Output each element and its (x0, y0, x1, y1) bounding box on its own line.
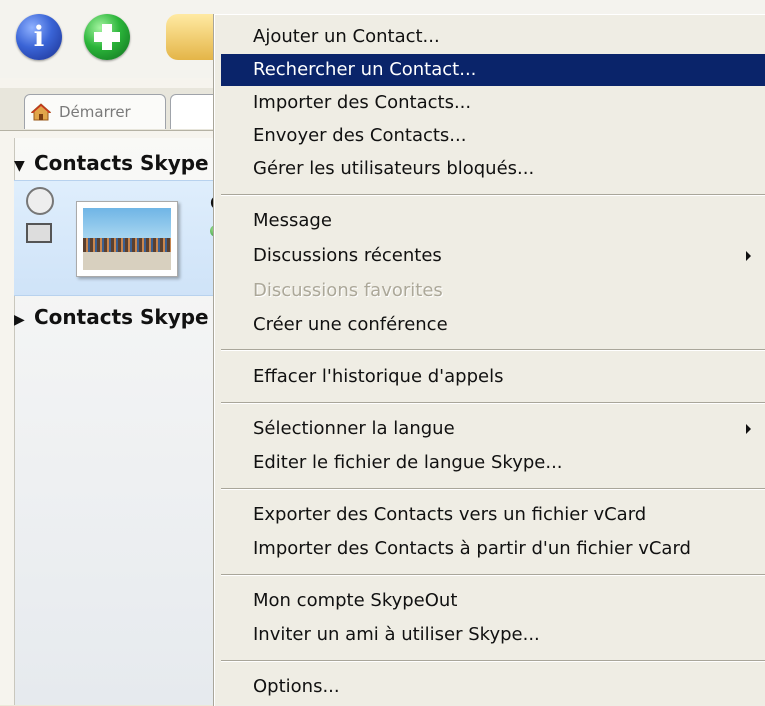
contact-row[interactable]: G (14, 180, 225, 296)
card-icon (26, 223, 52, 243)
add-contact-button[interactable] (84, 14, 130, 60)
triangle-right-icon: ▶ (14, 312, 25, 328)
menu-item-edit-language-file[interactable]: Editer le fichier de langue Skype... (221, 447, 765, 479)
menu-item-create-conference[interactable]: Créer une conférence (221, 309, 765, 341)
menu-item-import-contacts[interactable]: Importer des Contacts... (221, 87, 765, 119)
group-label: Contacts Skype (34, 151, 209, 175)
menu-separator (221, 574, 765, 576)
menu-item-import-vcard[interactable]: Importer des Contacts à partir d'un fich… (221, 533, 765, 565)
contacts-group-header[interactable]: ▼ Contacts Skype (14, 146, 214, 181)
contacts-group-header[interactable]: ▶ Contacts Skype (14, 300, 214, 334)
group-label: Contacts Skype (34, 305, 209, 329)
menu-separator (221, 194, 765, 196)
menu-item-send-contacts[interactable]: Envoyer des Contacts... (221, 120, 765, 152)
menu-item-options[interactable]: Options... (221, 671, 765, 703)
triangle-down-icon: ▼ (14, 158, 25, 174)
menu-item-blocked-users[interactable]: Gérer les utilisateurs bloqués... (221, 153, 765, 185)
submenu-arrow-icon (746, 424, 751, 434)
menu-separator (221, 660, 765, 662)
menu-item-message[interactable]: Message (221, 205, 765, 237)
menu-separator (221, 402, 765, 404)
menu-separator (221, 488, 765, 490)
menu-item-add-contact[interactable]: Ajouter un Contact... (221, 21, 765, 53)
voicemail-icon (26, 187, 54, 215)
menu-item-export-vcard[interactable]: Exporter des Contacts vers un fichier vC… (221, 499, 765, 531)
menu-item-clear-call-history[interactable]: Effacer l'historique d'appels (221, 361, 765, 393)
info-button[interactable]: i (16, 14, 62, 60)
menu-item-invite-friend[interactable]: Inviter un ami à utiliser Skype... (221, 619, 765, 651)
submenu-arrow-icon (746, 251, 751, 261)
menu-item-skypeout-account[interactable]: Mon compte SkypeOut (221, 585, 765, 617)
menu-separator (221, 349, 765, 351)
tab-start-label: Démarrer (59, 103, 131, 121)
contact-avatar (76, 201, 178, 277)
contacts-context-menu: Ajouter un Contact... Rechercher un Cont… (214, 14, 765, 706)
menu-item-search-contact[interactable]: Rechercher un Contact... (221, 54, 765, 86)
info-icon: i (33, 20, 45, 53)
house-icon (31, 103, 51, 121)
menu-item-select-language[interactable]: Sélectionner la langue (221, 413, 765, 445)
tab-start[interactable]: Démarrer (24, 94, 166, 129)
menu-item-recent-chats[interactable]: Discussions récentes (221, 240, 765, 272)
menu-item-favorite-chats: Discussions favorites (253, 280, 443, 301)
